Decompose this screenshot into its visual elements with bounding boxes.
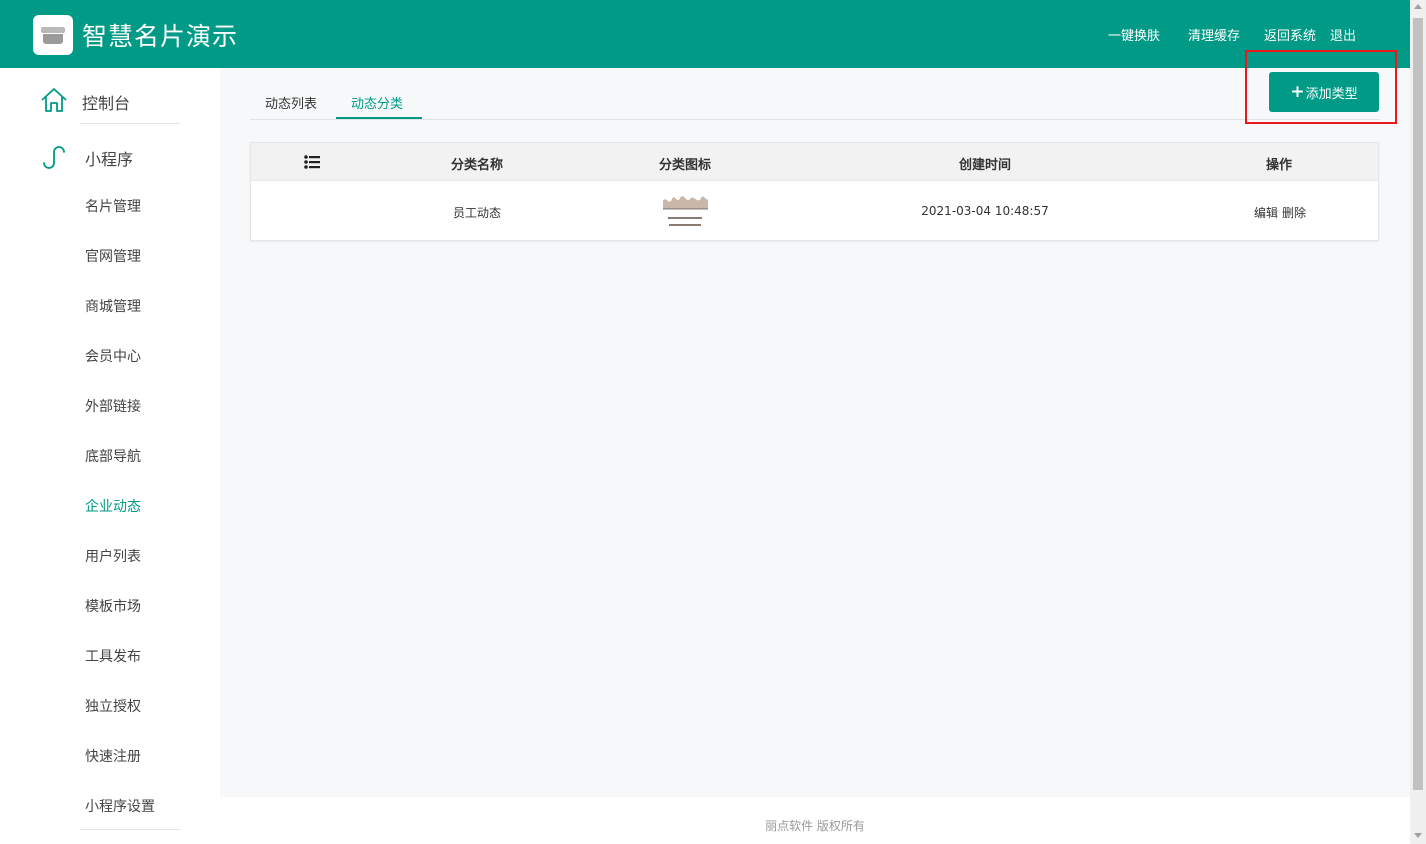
tab-news-list[interactable]: 动态列表 <box>265 93 317 112</box>
tab-news-category[interactable]: 动态分类 <box>351 93 403 112</box>
top-header: 智慧名片演示 一键换肤 清理缓存 返回系统 退出 <box>0 0 1410 68</box>
logout-link[interactable]: 退出 <box>1330 25 1356 44</box>
sidebar-item-mall-manage[interactable]: 商城管理 <box>85 296 141 316</box>
column-header-icon: 分类图标 <box>658 158 712 173</box>
scroll-up-icon[interactable] <box>1414 4 1422 9</box>
page-scrollbar[interactable] <box>1410 0 1426 844</box>
home-icon <box>41 88 67 112</box>
category-table: 分类名称 分类图标 创建时间 操作 员工动态 2021-03-04 10:48:… <box>250 142 1379 241</box>
scroll-down-icon[interactable] <box>1414 833 1422 838</box>
sidebar-item-company-news[interactable]: 企业动态 <box>85 496 141 516</box>
sidebar: 控制台 小程序 名片管理 官网管理 商城管理 会员中心 外部链接 底部导航 企业… <box>0 68 220 844</box>
sidebar-item-quick-register[interactable]: 快速注册 <box>85 746 141 766</box>
tab-divider <box>250 119 1380 120</box>
copyright-text: 丽点软件 版权所有 <box>765 819 865 833</box>
highlight-annotation <box>1245 50 1397 124</box>
app-title: 智慧名片演示 <box>82 22 239 51</box>
category-icon-image <box>663 196 708 226</box>
main-content: 动态列表 动态分类 + 添加类型 分类名称 分类图标 创建时间 操作 员工动态 <box>220 50 1410 797</box>
clear-cache-link[interactable]: 清理缓存 <box>1188 25 1240 44</box>
delete-link[interactable]: 删除 <box>1282 204 1306 221</box>
miniprogram-icon <box>43 146 65 169</box>
sidebar-item-user-list[interactable]: 用户列表 <box>85 546 141 566</box>
table-header: 分类名称 分类图标 创建时间 操作 <box>251 143 1378 181</box>
store-logo-icon <box>33 15 73 55</box>
sidebar-item-member-center[interactable]: 会员中心 <box>85 346 141 366</box>
sidebar-section-miniprogram[interactable]: 小程序 <box>0 128 220 178</box>
column-header-actions: 操作 <box>1265 158 1293 173</box>
scrollbar-thumb[interactable] <box>1413 18 1423 790</box>
sidebar-item-tool-publish[interactable]: 工具发布 <box>85 646 141 666</box>
return-system-link[interactable]: 返回系统 <box>1264 25 1316 44</box>
sidebar-item-external-links[interactable]: 外部链接 <box>85 396 141 416</box>
category-name-cell: 员工动态 <box>452 206 502 220</box>
sidebar-item-website-manage[interactable]: 官网管理 <box>85 246 141 266</box>
edit-link[interactable]: 编辑 <box>1254 204 1278 221</box>
created-time-cell: 2021-03-04 10:48:57 <box>921 204 1049 218</box>
sidebar-item-independent-auth[interactable]: 独立授权 <box>85 696 141 716</box>
switch-skin-link[interactable]: 一键换肤 <box>1108 25 1160 44</box>
list-icon[interactable] <box>304 155 320 169</box>
sidebar-item-miniprogram-settings[interactable]: 小程序设置 <box>85 796 155 816</box>
column-header-created: 创建时间 <box>958 158 1012 173</box>
sidebar-console-label: 控制台 <box>82 94 131 113</box>
sidebar-item-console[interactable]: 控制台 <box>0 72 220 122</box>
column-header-name: 分类名称 <box>450 158 504 173</box>
sidebar-item-card-manage[interactable]: 名片管理 <box>85 196 141 216</box>
sidebar-section-label: 小程序 <box>85 150 134 169</box>
sidebar-item-bottom-nav[interactable]: 底部导航 <box>85 446 141 466</box>
sidebar-item-template-market[interactable]: 模板市场 <box>85 596 141 616</box>
sidebar-divider <box>80 829 180 830</box>
page-footer: 丽点软件 版权所有 <box>220 797 1410 844</box>
sidebar-divider <box>80 123 180 124</box>
